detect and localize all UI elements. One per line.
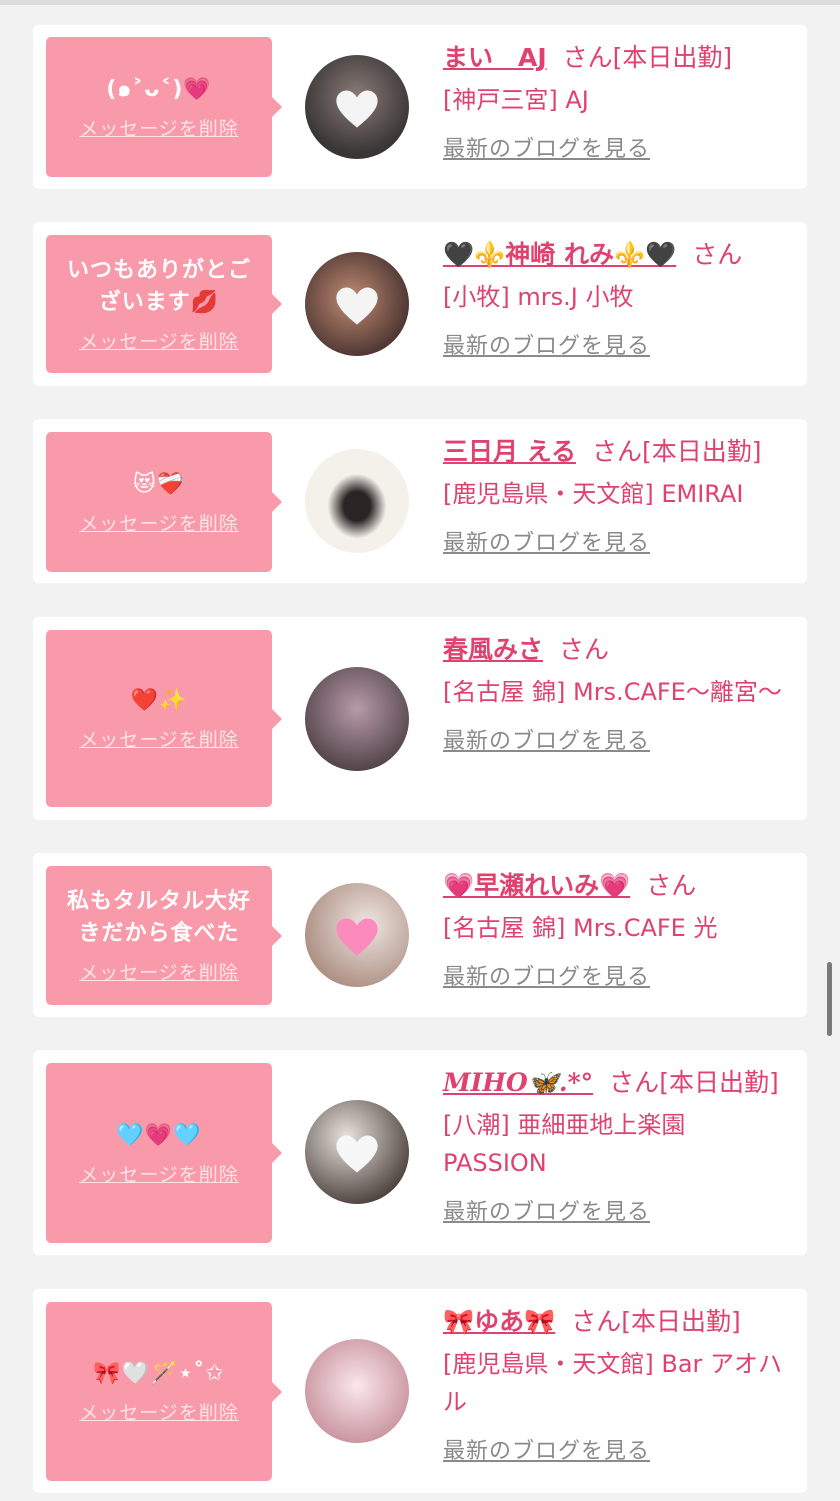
message-bubble: ❤️✨ メッセージを削除 bbox=[46, 630, 282, 807]
honorific: さん bbox=[559, 635, 610, 664]
view-blog-link[interactable]: 最新のブログを見る bbox=[443, 723, 650, 755]
cast-info: まい AJ さん[本日出勤] [神戸三宮] AJ 最新のブログを見る bbox=[443, 39, 791, 163]
status-badge: [本日出勤] bbox=[621, 1307, 741, 1336]
heart-icon bbox=[336, 287, 378, 325]
name-line: 💗早瀬れいみ💗 さん bbox=[443, 867, 791, 905]
shop-name: [神戸三宮] AJ bbox=[443, 86, 589, 114]
view-blog-link[interactable]: 最新のブログを見る bbox=[443, 1433, 650, 1465]
message-card: 🩵💗🩵 メッセージを削除 MIHO🦋.*° さん[本日出勤] [八潮] 亜細亜地上… bbox=[33, 1050, 807, 1255]
delete-message-link[interactable]: メッセージを削除 bbox=[79, 509, 239, 536]
honorific: さん bbox=[609, 1068, 660, 1097]
avatar[interactable] bbox=[305, 883, 409, 987]
view-blog-link[interactable]: 最新のブログを見る bbox=[443, 131, 650, 163]
cast-name-link[interactable]: MIHO🦋.*° bbox=[443, 1068, 593, 1097]
delete-message-link[interactable]: メッセージを削除 bbox=[79, 114, 239, 141]
cast-name-link[interactable]: まい AJ bbox=[443, 43, 547, 72]
message-text: 私もタルタル大好きだから食べた bbox=[66, 889, 251, 946]
shop-name: [名古屋 錦] Mrs.CAFE～離宮～ bbox=[443, 678, 782, 706]
message-text: 😻❤️‍🩹 bbox=[132, 471, 186, 497]
shop-name: [小牧] mrs.J 小牧 bbox=[443, 283, 634, 311]
message-text: 🩵💗🩵 bbox=[116, 1122, 202, 1148]
view-blog-link[interactable]: 最新のブログを見る bbox=[443, 959, 650, 991]
name-line: 🖤⚜️神崎 れみ⚜️🖤 さん bbox=[443, 236, 791, 274]
top-divider bbox=[0, 0, 840, 5]
name-line: 三日月 える さん[本日出勤] bbox=[443, 433, 791, 471]
message-bubble: いつもありがとございます💋 メッセージを削除 bbox=[46, 235, 282, 373]
avatar[interactable] bbox=[305, 667, 409, 771]
delete-message-link[interactable]: メッセージを削除 bbox=[79, 725, 239, 752]
message-card: 私もタルタル大好きだから食べた メッセージを削除 💗早瀬れいみ💗 さん [名古屋 … bbox=[33, 853, 807, 1017]
message-card: (๑˃ᴗ˂)💗 メッセージを削除 まい AJ さん[本日出勤] [神戸三宮] AJ… bbox=[33, 25, 807, 189]
name-line: 🎀ゆあ🎀 さん[本日出勤] bbox=[443, 1303, 791, 1341]
cast-name-link[interactable]: 🎀ゆあ🎀 bbox=[443, 1307, 555, 1336]
status-badge: [本日出勤] bbox=[659, 1068, 779, 1097]
name-line: MIHO🦋.*° さん[本日出勤] bbox=[443, 1064, 791, 1102]
heart-icon bbox=[336, 90, 378, 128]
honorific: さん bbox=[562, 43, 613, 72]
message-bubble: 😻❤️‍🩹 メッセージを削除 bbox=[46, 432, 282, 572]
avatar[interactable] bbox=[305, 252, 409, 356]
status-badge: [本日出勤] bbox=[612, 43, 733, 72]
avatar[interactable] bbox=[305, 1100, 409, 1204]
view-blog-link[interactable]: 最新のブログを見る bbox=[443, 525, 650, 557]
message-text: (๑˃ᴗ˂)💗 bbox=[106, 76, 212, 102]
message-text: いつもありがとございます💋 bbox=[66, 257, 251, 315]
cast-info: 🖤⚜️神崎 れみ⚜️🖤 さん [小牧] mrs.J 小牧 最新のブログを見る bbox=[443, 236, 791, 360]
cast-info: 三日月 える さん[本日出勤] [鹿児島県・天文館] EMIRAI 最新のブログを… bbox=[443, 433, 791, 557]
message-card: ❤️✨ メッセージを削除 春風みさ さん [名古屋 錦] Mrs.CAFE～離宮～… bbox=[33, 617, 807, 820]
shop-name: [鹿児島県・天文館] EMIRAI bbox=[443, 480, 744, 508]
message-bubble: 私もタルタル大好きだから食べた メッセージを削除 bbox=[46, 866, 282, 1005]
message-bubble: (๑˃ᴗ˂)💗 メッセージを削除 bbox=[46, 37, 282, 177]
message-text: ❤️✨ bbox=[130, 688, 188, 713]
delete-message-link[interactable]: メッセージを削除 bbox=[79, 327, 239, 354]
cast-info: MIHO🦋.*° さん[本日出勤] [八潮] 亜細亜地上楽園 PASSION 最新… bbox=[443, 1064, 791, 1226]
shop-name: [名古屋 錦] Mrs.CAFE 光 bbox=[443, 914, 718, 942]
message-card: 🎀🤍🪄⋆˚✩ メッセージを削除 🎀ゆあ🎀 さん[本日出勤] [鹿児島県・天文館] … bbox=[33, 1289, 807, 1493]
view-blog-link[interactable]: 最新のブログを見る bbox=[443, 1194, 650, 1226]
avatar[interactable] bbox=[305, 55, 409, 159]
cast-info: 🎀ゆあ🎀 さん[本日出勤] [鹿児島県・天文館] Bar アオハル 最新のブログを… bbox=[443, 1303, 791, 1465]
cast-name-link[interactable]: 🖤⚜️神崎 れみ⚜️🖤 bbox=[443, 240, 676, 269]
cast-info: 💗早瀬れいみ💗 さん [名古屋 錦] Mrs.CAFE 光 最新のブログを見る bbox=[443, 867, 791, 991]
shop-name: [八潮] 亜細亜地上楽園 PASSION bbox=[443, 1111, 686, 1177]
honorific: さん bbox=[646, 871, 697, 900]
shop-name: [鹿児島県・天文館] Bar アオハル bbox=[443, 1350, 783, 1416]
message-text: 🎀🤍🪄⋆˚✩ bbox=[93, 1361, 225, 1386]
heart-icon bbox=[336, 918, 378, 956]
message-card: 😻❤️‍🩹 メッセージを削除 三日月 える さん[本日出勤] [鹿児島県・天文館]… bbox=[33, 419, 807, 583]
avatar[interactable] bbox=[305, 449, 409, 553]
cast-info: 春風みさ さん [名古屋 錦] Mrs.CAFE～離宮～ 最新のブログを見る bbox=[443, 631, 791, 755]
message-bubble: 🩵💗🩵 メッセージを削除 bbox=[46, 1063, 282, 1243]
delete-message-link[interactable]: メッセージを削除 bbox=[79, 1160, 239, 1187]
view-blog-link[interactable]: 最新のブログを見る bbox=[443, 328, 650, 360]
scrollbar[interactable] bbox=[827, 962, 832, 1036]
avatar[interactable] bbox=[305, 1339, 409, 1443]
cast-name-link[interactable]: 三日月 える bbox=[443, 437, 576, 466]
status-badge: [本日出勤] bbox=[641, 437, 762, 466]
honorific: さん bbox=[692, 240, 743, 269]
message-card: いつもありがとございます💋 メッセージを削除 🖤⚜️神崎 れみ⚜️🖤 さん [小牧… bbox=[33, 222, 807, 386]
name-line: 春風みさ さん bbox=[443, 631, 791, 669]
honorific: さん bbox=[571, 1307, 622, 1336]
delete-message-link[interactable]: メッセージを削除 bbox=[79, 958, 239, 985]
cast-name-link[interactable]: 💗早瀬れいみ💗 bbox=[443, 871, 630, 900]
name-line: まい AJ さん[本日出勤] bbox=[443, 39, 791, 77]
heart-icon bbox=[336, 1135, 378, 1173]
honorific: さん bbox=[591, 437, 642, 466]
message-bubble: 🎀🤍🪄⋆˚✩ メッセージを削除 bbox=[46, 1302, 282, 1481]
delete-message-link[interactable]: メッセージを削除 bbox=[79, 1398, 239, 1425]
cast-name-link[interactable]: 春風みさ bbox=[443, 635, 543, 664]
